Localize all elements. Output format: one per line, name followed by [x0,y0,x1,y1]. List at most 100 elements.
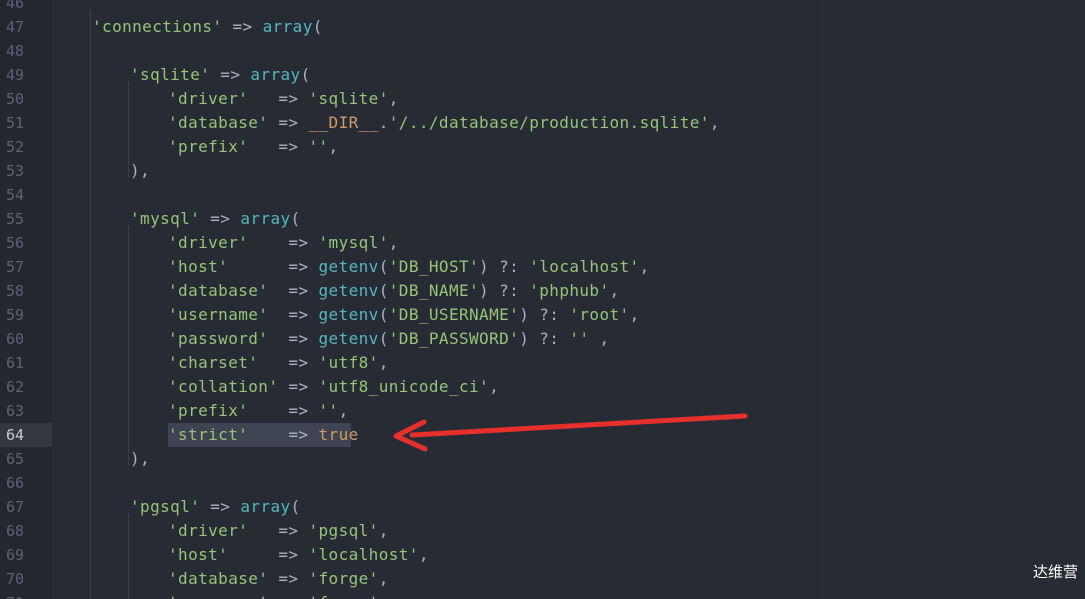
line-number[interactable]: 57 [0,255,52,279]
code-text: 'database' => __DIR__.'/../database/prod… [168,111,720,135]
code-text: 'connections' => array( [92,15,323,39]
code-line[interactable]: 68'driver' => 'pgsql', [6,519,1085,543]
code-line[interactable]: 63'prefix' => '', [6,399,1085,423]
code-token: 'prefix' [168,137,249,156]
code-token: 'localhost' [308,545,419,564]
code-token: => [268,593,308,599]
code-token: getenv [318,281,379,300]
line-number[interactable]: 66 [0,471,52,495]
code-token: '' [318,401,339,420]
code-token: , [388,233,399,252]
code-token: 'DB_PASSWORD' [388,329,520,348]
code-line[interactable]: 60'password' => getenv('DB_PASSWORD') ?:… [6,327,1085,351]
code-line[interactable]: 65), [6,447,1085,471]
code-token: ) ?: [479,281,530,300]
code-token: => [200,497,241,516]
code-text: 'collation' => 'utf8_unicode_ci', [168,375,499,399]
code-token: => [210,65,251,84]
code-line[interactable]: 57'host' => getenv('DB_HOST') ?: 'localh… [6,255,1085,279]
code-token: ) ?: [519,329,570,348]
code-token: => [248,521,309,540]
line-number[interactable]: 53 [0,159,52,183]
code-line[interactable]: 67'pgsql' => array( [6,495,1085,519]
code-editor[interactable]: 46 47'connections' => array(48 49'sqlite' … [0,0,1085,599]
line-number[interactable]: 47 [0,15,52,39]
code-token: ( [300,65,311,84]
line-number[interactable]: 58 [0,279,52,303]
line-number[interactable]: 48 [0,39,52,63]
line-number[interactable]: 67 [0,495,52,519]
code-line[interactable]: 66 [6,471,1085,495]
line-number[interactable]: 59 [0,303,52,327]
code-line[interactable]: 48 [6,39,1085,63]
code-line[interactable]: 69'host' => 'localhost', [6,543,1085,567]
code-area[interactable]: 46 47'connections' => array(48 49'sqlite' … [0,0,1085,599]
code-line[interactable]: 51'database' => __DIR__.'/../database/pr… [6,111,1085,135]
code-token: 'phphub' [529,281,610,300]
line-number[interactable]: 50 [0,87,52,111]
code-token: 'mysql' [318,233,389,252]
code-token: 'mysql' [130,209,201,228]
code-line[interactable]: 53), [6,159,1085,183]
code-line[interactable]: 56'driver' => 'mysql', [6,231,1085,255]
line-number[interactable]: 62 [0,375,52,399]
line-number[interactable]: 64 [0,423,52,447]
line-number[interactable]: 52 [0,135,52,159]
code-token: 'sqlite' [130,65,211,84]
code-token: getenv [318,329,379,348]
code-line[interactable]: 62'collation' => 'utf8_unicode_ci', [6,375,1085,399]
watermark-text: 达维营 [1032,563,1078,581]
code-token: 'collation' [168,377,279,396]
line-number[interactable]: 69 [0,543,52,567]
line-number[interactable]: 56 [0,231,52,255]
code-line[interactable]: 52'prefix' => '', [6,135,1085,159]
code-token: , [639,257,650,276]
line-number[interactable]: 51 [0,111,52,135]
code-token: 'DB_USERNAME' [388,305,520,324]
line-number[interactable]: 63 [0,399,52,423]
code-token: , [378,569,389,588]
code-line[interactable]: 58'database' => getenv('DB_NAME') ?: 'ph… [6,279,1085,303]
code-token: ( [290,497,301,516]
line-number[interactable]: 54 [0,183,52,207]
code-token: 'pgsql' [130,497,201,516]
code-token: 'driver' [168,521,249,540]
code-line[interactable]: 47'connections' => array( [6,15,1085,39]
code-token: , [378,353,389,372]
code-token: 'username' [168,593,268,599]
line-number[interactable]: 65 [0,447,52,471]
line-number[interactable]: 60 [0,327,52,351]
code-text: ), [130,447,150,471]
code-line[interactable]: 59'username' => getenv('DB_USERNAME') ?:… [6,303,1085,327]
code-token: => [228,257,319,276]
code-token: 'host' [168,257,229,276]
code-token: , [629,305,640,324]
code-line[interactable]: 70'database' => 'forge', [6,567,1085,591]
code-token: 'charset' [168,353,259,372]
line-number[interactable]: 49 [0,63,52,87]
code-text: 'strict' => true [168,423,359,447]
code-line[interactable]: 55'mysql' => array( [6,207,1085,231]
code-token: getenv [318,257,379,276]
code-token: ( [378,281,389,300]
code-line[interactable]: 64 'strict' => true [0,423,1085,447]
code-token: => [248,233,319,252]
line-number[interactable]: 55 [0,207,52,231]
code-line[interactable]: 71'username' => 'forge', [6,591,1085,599]
code-token: 'prefix' [168,401,249,420]
code-line[interactable]: 49'sqlite' => array( [6,63,1085,87]
line-number[interactable]: 68 [0,519,52,543]
code-token: => [268,305,319,324]
code-text: 'username' => 'forge', [168,591,389,599]
code-text: 'database' => getenv('DB_NAME') ?: 'phph… [168,279,620,303]
code-line[interactable]: 61'charset' => 'utf8', [6,351,1085,375]
code-line[interactable]: 46 [6,0,1085,15]
code-line[interactable]: 50'driver' => 'sqlite', [6,87,1085,111]
line-number[interactable]: 46 [0,0,52,15]
code-line[interactable]: 54 [6,183,1085,207]
line-number[interactable]: 61 [0,351,52,375]
line-number[interactable]: 70 [0,567,52,591]
code-token: 'forge' [308,593,378,599]
code-token: => [200,209,241,228]
line-number[interactable]: 71 [0,591,52,599]
